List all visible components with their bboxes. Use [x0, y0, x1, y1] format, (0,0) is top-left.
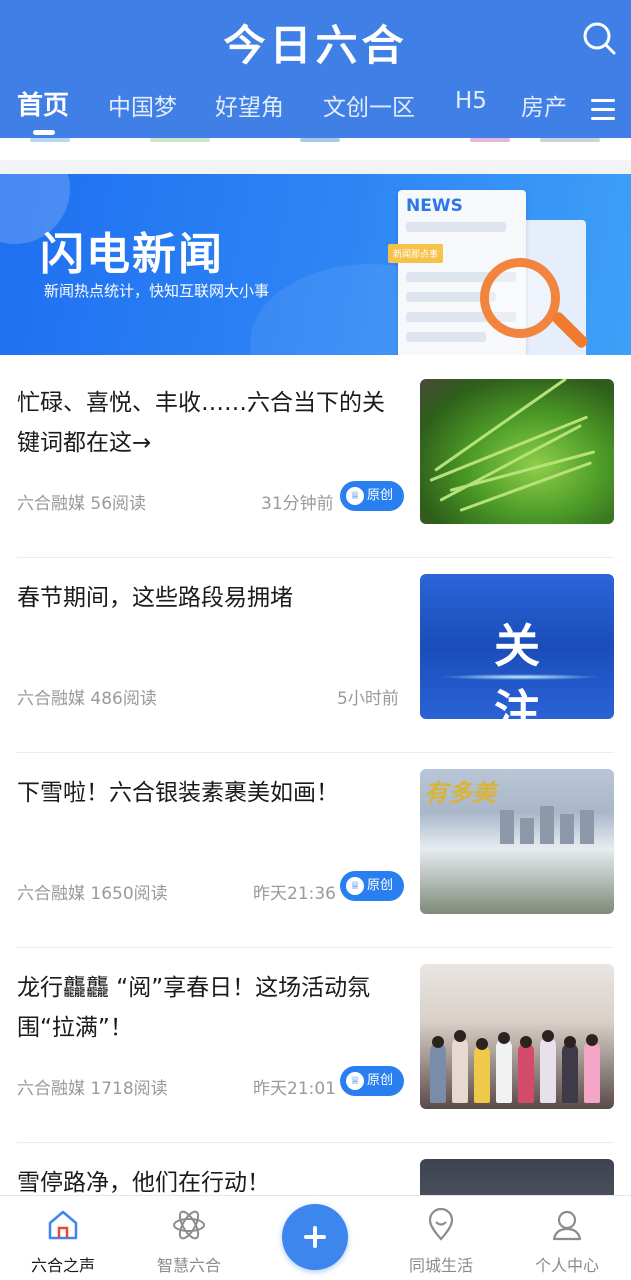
crown-icon: ♕	[346, 1072, 364, 1090]
original-badge: ♕ 原创	[340, 871, 404, 901]
article-source: 六合融媒 1718阅读	[17, 1079, 168, 1099]
article-thumbnail: 有多美	[420, 769, 614, 914]
app-header: 今日六合 首页 中国梦 好望角 文创一区 H5 房产	[0, 0, 631, 138]
banner-title: 闪电新闻	[40, 229, 224, 280]
news-banner[interactable]: 闪电新闻 新闻热点统计，快知互联网大小事 NEWS 新闻那点事	[0, 174, 631, 355]
article-time: 昨天21:01	[253, 1079, 336, 1099]
atom-icon	[173, 1210, 205, 1240]
crown-icon: ♕	[346, 877, 364, 895]
article-thumbnail	[420, 964, 614, 1109]
thumbnail-text: 关注	[494, 619, 580, 719]
nav-city-life[interactable]: 同城生活	[378, 1196, 504, 1280]
location-icon	[428, 1208, 454, 1241]
publish-button[interactable]	[282, 1204, 348, 1270]
article-thumbnail	[420, 379, 614, 524]
article-source: 六合融媒 1650阅读	[17, 884, 168, 904]
article-title: 春节期间，这些路段易拥堵	[17, 585, 293, 611]
nav-label: 智慧六合	[156, 1256, 221, 1275]
nav-label: 同城生活	[408, 1256, 473, 1275]
magnifier-icon	[480, 258, 560, 338]
banner-subtitle: 新闻热点统计，快知互联网大小事	[44, 282, 270, 300]
thumbnail-text: 有多美	[424, 778, 496, 807]
article-time: 31分钟前	[261, 494, 334, 514]
tab-china-dream[interactable]: 中国梦	[108, 88, 177, 122]
article-item[interactable]: 春节期间，这些路段易拥堵 六合融媒 486阅读 5小时前 关注	[0, 558, 631, 753]
nav-label: 六合之声	[30, 1256, 95, 1275]
original-badge: ♕ 原创	[340, 1066, 404, 1096]
section-gap	[0, 160, 631, 174]
nav-liuhe-voice[interactable]: 六合之声	[0, 1196, 126, 1280]
paper-tag: 新闻那点事	[388, 244, 444, 263]
tab-real-estate[interactable]: 房产	[521, 88, 567, 122]
channel-tabs: 首页 中国梦 好望角 文创一区 H5 房产	[0, 88, 631, 138]
article-source: 六合融媒 486阅读	[17, 689, 157, 709]
article-title: 忙碌、喜悦、丰收……六合当下的关键词都在这→	[17, 390, 385, 456]
article-title: 龙行龘龘 “阅”享春日！这场活动氛围“拉满”！	[17, 975, 371, 1041]
article-item[interactable]: 下雪啦！六合银装素裹美如画！ 六合融媒 1650阅读 昨天21:36 ♕ 原创 有…	[0, 753, 631, 948]
nav-label: 个人中心	[534, 1256, 599, 1275]
menu-icon[interactable]	[585, 94, 621, 128]
tab-h5[interactable]: H5	[455, 88, 487, 114]
article-item[interactable]: 忙碌、喜悦、丰收……六合当下的关键词都在这→ 六合融媒 56阅读 31分钟前 ♕…	[0, 363, 631, 558]
article-thumbnail: 关注	[420, 574, 614, 719]
original-badge: ♕ 原创	[340, 481, 404, 511]
tab-wenchuang[interactable]: 文创一区	[323, 88, 415, 122]
crown-icon: ♕	[346, 487, 364, 505]
tab-home[interactable]: 首页	[17, 85, 69, 122]
article-time: 5小时前	[337, 689, 399, 709]
tab-haowangjiao[interactable]: 好望角	[215, 88, 284, 122]
article-item[interactable]: 龙行龘龘 “阅”享春日！这场活动氛围“拉满”！ 六合融媒 1718阅读 昨天21…	[0, 948, 631, 1143]
active-tab-indicator	[33, 130, 55, 135]
search-icon[interactable]	[581, 20, 617, 56]
app-title: 今日六合	[223, 21, 408, 70]
article-time: 昨天21:36	[253, 884, 336, 904]
nav-smart-liuhe[interactable]: 智慧六合	[126, 1196, 252, 1280]
article-title: 下雪啦！六合银装素裹美如画！	[17, 780, 339, 806]
nav-personal-center[interactable]: 个人中心	[504, 1196, 630, 1280]
article-source: 六合融媒 56阅读	[17, 494, 147, 514]
home-icon	[48, 1210, 78, 1240]
paper-heading: NEWS	[406, 196, 463, 216]
user-icon	[552, 1210, 582, 1241]
